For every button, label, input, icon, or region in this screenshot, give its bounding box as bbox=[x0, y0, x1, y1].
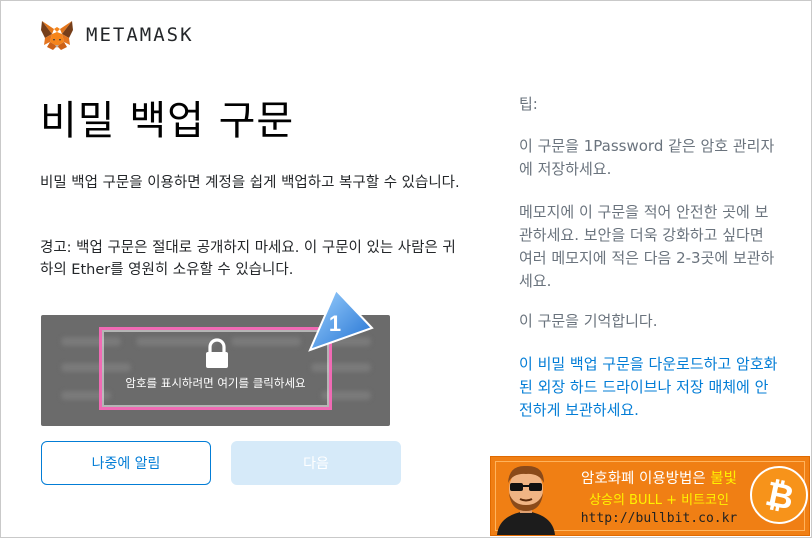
bitcoin-icon: ₿ bbox=[750, 466, 808, 524]
ad-banner[interactable]: 암호화폐 이용방법은 불빛 상승의 BULL + 비트코인 http://bul… bbox=[490, 456, 810, 536]
tips-title: 팁: bbox=[519, 95, 538, 113]
tip-write-down: 메모지에 이 구문을 적어 안전한 곳에 보관하세요. 보안을 더욱 강화하고 … bbox=[519, 203, 775, 290]
brand: METAMASK bbox=[40, 18, 194, 52]
ad-subtitle: 상승의 BULL + 비트코인 bbox=[589, 493, 729, 508]
callout-number: 1 bbox=[328, 311, 342, 336]
metamask-fox-icon bbox=[41, 21, 73, 50]
brand-name: METAMASK bbox=[86, 24, 194, 46]
page-title: 비밀 백업 구문 bbox=[40, 98, 295, 144]
reveal-instruction-text: 암호를 표시하려면 여기를 클릭하세요 bbox=[125, 376, 306, 390]
tip-memorize: 이 구문을 기억합니다. bbox=[519, 312, 658, 330]
tip-password-manager: 이 구문을 1Password 같은 암호 관리자에 저장하세요. bbox=[519, 137, 775, 178]
ad-url[interactable]: http://bullbit.co.kr bbox=[563, 511, 755, 526]
next-button[interactable]: 다음 bbox=[231, 441, 401, 485]
download-phrase-link[interactable]: 이 비밀 백업 구문을 다운로드하고 암호화된 외장 하드 드라이브나 저장 매… bbox=[519, 353, 781, 422]
description-text: 비밀 백업 구문을 이용하면 계정을 쉽게 백업하고 복구할 수 있습니다. bbox=[40, 175, 460, 191]
warning-text: 경고: 백업 구문은 절대로 공개하지 마세요. 이 구문이 있는 사람은 귀하… bbox=[40, 240, 456, 278]
remind-later-button[interactable]: 나중에 알림 bbox=[41, 441, 211, 485]
lock-icon bbox=[206, 338, 228, 368]
sunglasses-man-avatar bbox=[497, 465, 555, 535]
ad-headline: 암호화폐 이용방법은 불빛 bbox=[581, 471, 737, 487]
